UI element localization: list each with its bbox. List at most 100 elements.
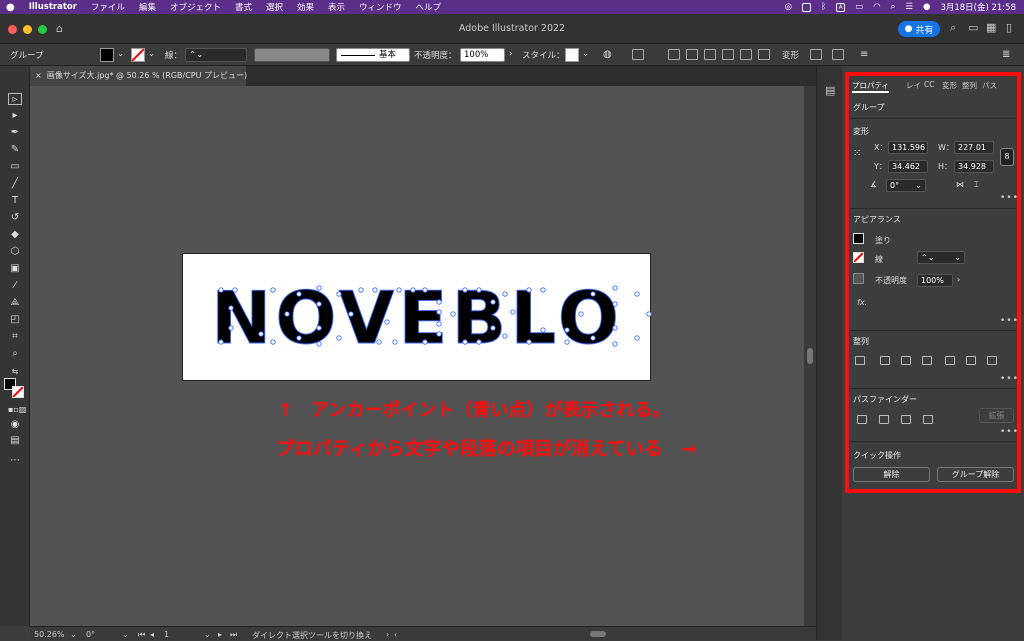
variable-width-select[interactable]	[254, 48, 330, 62]
layout-icon[interactable]: ▭	[968, 21, 978, 34]
anchor-point[interactable]	[358, 287, 364, 293]
close-tab-icon[interactable]: ×	[35, 71, 42, 80]
anchor-point[interactable]	[348, 311, 354, 317]
menu-file[interactable]: ファイル	[91, 1, 125, 13]
vertical-scrollbar[interactable]	[804, 86, 816, 626]
menu-type[interactable]: 書式	[235, 1, 252, 13]
anchor-point[interactable]	[396, 287, 402, 293]
stroke-weight-input[interactable]: ⌃⌄	[185, 48, 247, 62]
menu-icon[interactable]: ≡	[860, 49, 868, 60]
selection-tool-icon[interactable]: ▹	[8, 93, 22, 105]
direct-selection-tool-icon[interactable]: ▸	[8, 110, 22, 122]
menu-object[interactable]: オブジェクト	[170, 1, 221, 13]
anchor-point[interactable]	[410, 287, 416, 293]
align-left-icon[interactable]	[668, 49, 680, 60]
anchor-point[interactable]	[526, 339, 532, 345]
brush-select[interactable]: 基本	[336, 48, 410, 62]
chevron-down-icon[interactable]: ⌄	[204, 630, 211, 639]
align-to-icon[interactable]	[632, 49, 644, 60]
outlined-text[interactable]: NOVEBLO	[183, 254, 652, 382]
anchor-point[interactable]	[526, 287, 532, 293]
chevron-down-icon[interactable]: ⌄	[148, 49, 155, 59]
align-bottom-icon[interactable]	[758, 49, 770, 60]
artboard[interactable]: NOVEBLO	[182, 253, 652, 382]
gradient-tool-icon[interactable]: ▣	[8, 263, 22, 275]
align-middle-icon[interactable]	[740, 49, 752, 60]
search-icon[interactable]: ⌕	[950, 21, 956, 35]
anchor-point[interactable]	[336, 335, 342, 341]
type-tool-icon[interactable]: T	[8, 195, 22, 207]
rectangle-tool-icon[interactable]: ▭	[8, 161, 22, 173]
panel-toggle-icon[interactable]: ▯	[1006, 21, 1012, 34]
anchor-point[interactable]	[502, 291, 508, 297]
comments-icon[interactable]: ▤	[825, 84, 835, 97]
anchor-point[interactable]	[422, 339, 428, 345]
anchor-point[interactable]	[510, 309, 516, 315]
menu-window[interactable]: ウィンドウ	[359, 1, 402, 13]
edit-toolbar-icon[interactable]: ⋯	[8, 455, 22, 467]
clock[interactable]: 3月18日(金) 21:58	[940, 1, 1016, 13]
anchor-point[interactable]	[218, 339, 224, 345]
anchor-point[interactable]	[232, 287, 238, 293]
anchor-point[interactable]	[450, 311, 456, 317]
swap-colors-icon[interactable]: ⇆	[8, 366, 22, 378]
bluetooth-icon[interactable]: ᛒ	[821, 2, 826, 12]
pen-tool-icon[interactable]: ✒	[8, 127, 22, 139]
anchor-point[interactable]	[316, 301, 322, 307]
anchor-point[interactable]	[336, 291, 342, 297]
anchor-point[interactable]	[564, 339, 570, 345]
anchor-point[interactable]	[634, 335, 640, 341]
input-source-icon[interactable]: A	[836, 2, 846, 12]
anchor-point[interactable]	[540, 287, 546, 293]
anchor-point[interactable]	[634, 291, 640, 297]
arrange-icon[interactable]	[832, 49, 844, 60]
align-right-icon[interactable]	[704, 49, 716, 60]
stroke-swatch[interactable]	[131, 48, 145, 62]
anchor-point[interactable]	[436, 309, 442, 315]
artboard-tool-icon[interactable]: ⌗	[8, 331, 22, 343]
screen-mode-icon[interactable]: ▤	[8, 435, 22, 447]
shape-builder-tool-icon[interactable]: ⬡	[8, 246, 22, 258]
rotation-value[interactable]: 0°	[86, 630, 95, 639]
anchor-point[interactable]	[462, 287, 468, 293]
search-icon[interactable]: ⌕	[891, 2, 896, 12]
zoom-tool-icon[interactable]: ⌕	[8, 348, 22, 360]
anchor-point[interactable]	[384, 319, 390, 325]
anchor-point[interactable]	[316, 325, 322, 331]
anchor-point[interactable]	[590, 291, 596, 297]
horizontal-scroll-thumb[interactable]	[590, 631, 606, 637]
menu-help[interactable]: ヘルプ	[416, 1, 442, 13]
anchor-point[interactable]	[590, 335, 596, 341]
anchor-point[interactable]	[612, 325, 618, 331]
curvature-tool-icon[interactable]: ✎	[8, 144, 22, 156]
workspace-icon[interactable]: ▦	[986, 21, 996, 34]
chevron-right-icon[interactable]: ›	[509, 49, 512, 59]
color-mode-icon[interactable]: ▪▫▨	[8, 404, 26, 416]
anchor-point[interactable]	[392, 339, 398, 345]
fill-swatch[interactable]	[100, 48, 114, 62]
anchor-point[interactable]	[540, 327, 546, 333]
chevron-down-icon[interactable]: ⌄	[70, 630, 77, 639]
last-artboard-icon[interactable]: ⏭	[230, 630, 237, 640]
anchor-point[interactable]	[612, 285, 618, 291]
anchor-point[interactable]	[316, 285, 322, 291]
share-button[interactable]: ● 共有	[898, 21, 940, 37]
anchor-point[interactable]	[578, 311, 584, 317]
align-top-icon[interactable]	[722, 49, 734, 60]
menu-select[interactable]: 選択	[266, 1, 283, 13]
opacity-input[interactable]: 100%	[460, 48, 505, 62]
anchor-point[interactable]	[502, 333, 508, 339]
battery-icon[interactable]: ▭	[855, 2, 863, 12]
menu-effect[interactable]: 効果	[297, 1, 314, 13]
anchor-point[interactable]	[490, 299, 496, 305]
artboard-number[interactable]: 1	[164, 630, 169, 639]
anchor-point[interactable]	[490, 325, 496, 331]
opacity-label[interactable]: 不透明度：	[414, 49, 457, 61]
paintbrush-tool-icon[interactable]: ╱	[8, 178, 22, 190]
chevron-down-icon[interactable]: ⌄	[117, 49, 124, 59]
anchor-point[interactable]	[646, 311, 652, 317]
eyedropper-tool-icon[interactable]: ⁄	[8, 280, 22, 292]
panel-menu-icon[interactable]: ≣	[1002, 49, 1010, 60]
chevron-right-icon[interactable]: ›	[386, 630, 389, 639]
anchor-point[interactable]	[270, 287, 276, 293]
